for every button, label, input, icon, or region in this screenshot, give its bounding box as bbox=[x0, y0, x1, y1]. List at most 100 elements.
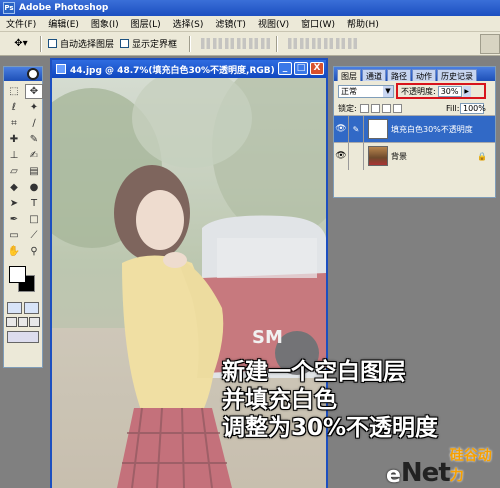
tab-actions[interactable]: 动作 bbox=[412, 69, 436, 81]
caption-line: 并填充白色 bbox=[222, 387, 337, 413]
move-tool-preset-icon[interactable]: ✥▾ bbox=[8, 35, 34, 53]
lock-position-icon[interactable] bbox=[381, 103, 391, 113]
menu-filter[interactable]: 滤镜(T) bbox=[209, 17, 252, 30]
document-titlebar[interactable]: 44.jpg @ 48.7%(填充白色30%不透明度,RGB) _ □ X bbox=[52, 60, 326, 78]
adobe-eye-icon[interactable] bbox=[27, 68, 39, 80]
distribute-right-icon[interactable] bbox=[348, 38, 358, 49]
notes-tool-icon[interactable]: ▭ bbox=[5, 228, 23, 243]
distribute-hcenter-icon[interactable] bbox=[336, 38, 346, 49]
distribute-buttons bbox=[288, 38, 358, 49]
maximize-button[interactable]: □ bbox=[294, 62, 308, 75]
marquee-tool-icon[interactable]: ⬚ bbox=[5, 84, 23, 99]
full-screen-menu-icon[interactable] bbox=[17, 317, 29, 327]
slice-tool-icon[interactable]: ∕ bbox=[25, 116, 43, 131]
align-right-icon[interactable] bbox=[261, 38, 271, 49]
lock-pixels-icon[interactable] bbox=[370, 103, 380, 113]
blend-mode-value: 正常 bbox=[341, 86, 357, 96]
align-buttons bbox=[201, 38, 271, 49]
edit-modes bbox=[4, 302, 42, 314]
tool-grid: ⬚ ✥ ℓ ✦ ⌗ ∕ ✚ ✎ ⊥ ✍ ▱ ▤ ◆ ● ➤ T ✒ □ ▭ ⟋ … bbox=[4, 81, 43, 262]
toolbox-header[interactable] bbox=[4, 67, 42, 81]
tab-channels[interactable]: 通道 bbox=[362, 69, 386, 81]
foreground-color-swatch[interactable] bbox=[9, 266, 26, 283]
quick-mask-mode-icon[interactable] bbox=[24, 302, 39, 314]
standard-mode-icon[interactable] bbox=[7, 302, 22, 314]
clone-stamp-tool-icon[interactable]: ⊥ bbox=[5, 148, 23, 163]
align-hcenter-icon[interactable] bbox=[249, 38, 259, 49]
shape-tool-icon[interactable]: □ bbox=[25, 212, 43, 227]
history-brush-tool-icon[interactable]: ✍ bbox=[25, 148, 43, 163]
magic-wand-tool-icon[interactable]: ✦ bbox=[25, 100, 43, 115]
align-left-icon[interactable] bbox=[237, 38, 247, 49]
eyedropper-tool-icon[interactable]: ⟋ bbox=[25, 228, 43, 243]
menu-layer[interactable]: 图层(L) bbox=[125, 17, 167, 30]
toolbox: ⬚ ✥ ℓ ✦ ⌗ ∕ ✚ ✎ ⊥ ✍ ▱ ▤ ◆ ● ➤ T ✒ □ ▭ ⟋ … bbox=[3, 66, 43, 368]
menu-image[interactable]: 图象(I) bbox=[85, 17, 125, 30]
path-selection-tool-icon[interactable]: ➤ bbox=[5, 196, 23, 211]
photoshop-app-icon: Ps bbox=[3, 2, 15, 14]
align-bottom-icon[interactable] bbox=[225, 38, 235, 49]
opacity-slider-arrow-icon[interactable]: ▶ bbox=[462, 85, 471, 97]
watermark-cn: 硅谷动力 bbox=[449, 448, 492, 484]
opacity-label: 不透明度: bbox=[401, 86, 436, 96]
layer-row-background[interactable]: 👁 背景 🔒 bbox=[334, 142, 495, 170]
align-vcenter-icon[interactable] bbox=[213, 38, 223, 49]
healing-brush-tool-icon[interactable]: ✚ bbox=[5, 132, 23, 147]
menu-edit[interactable]: 编辑(E) bbox=[42, 17, 85, 30]
distribute-vcenter-icon[interactable] bbox=[300, 38, 310, 49]
full-screen-icon[interactable] bbox=[29, 317, 41, 327]
eraser-tool-icon[interactable]: ▱ bbox=[5, 164, 23, 179]
pen-tool-icon[interactable]: ✒ bbox=[5, 212, 23, 227]
lock-all-icon[interactable] bbox=[392, 103, 402, 113]
palette-well[interactable] bbox=[480, 34, 500, 54]
distribute-left-icon[interactable] bbox=[324, 38, 334, 49]
blur-tool-icon[interactable]: ◆ bbox=[5, 180, 23, 195]
type-tool-icon[interactable]: T bbox=[25, 196, 43, 211]
standard-screen-icon[interactable] bbox=[6, 317, 17, 327]
layer-name: 背景 bbox=[391, 151, 407, 161]
menu-select[interactable]: 选择(S) bbox=[167, 17, 210, 30]
lock-transparency-icon[interactable] bbox=[359, 103, 369, 113]
brush-tool-icon[interactable]: ✎ bbox=[25, 132, 43, 147]
caption-line: 新建一个空白图层 bbox=[222, 359, 406, 385]
menu-window[interactable]: 窗口(W) bbox=[295, 17, 341, 30]
show-bounding-box-checkbox[interactable]: 显示定界框 bbox=[120, 37, 177, 50]
jump-to-imageready-icon[interactable] bbox=[7, 331, 39, 343]
close-button[interactable]: X bbox=[310, 62, 324, 75]
move-tool-icon[interactable]: ✥ bbox=[25, 84, 43, 99]
lock-options bbox=[359, 103, 402, 113]
tutorial-caption: 新建一个空白图层 并填充白色 调整为30%不透明度 bbox=[222, 358, 438, 442]
menu-file[interactable]: 文件(F) bbox=[0, 17, 42, 30]
layer-thumbnail bbox=[368, 146, 388, 166]
layer-thumbnail bbox=[368, 119, 388, 139]
blend-mode-select[interactable]: 正常 ▼ bbox=[338, 84, 394, 98]
tab-paths[interactable]: 路径 bbox=[387, 69, 411, 81]
watermark-net: Net bbox=[400, 458, 451, 488]
align-top-icon[interactable] bbox=[201, 38, 211, 49]
layer-row-fill-white[interactable]: 👁 ✎ 填充白色30%不透明度 bbox=[334, 115, 495, 143]
window-buttons: _ □ X bbox=[278, 62, 324, 75]
lock-icon: 🔒 bbox=[477, 151, 487, 161]
checkbox-box bbox=[48, 39, 57, 48]
dodge-tool-icon[interactable]: ● bbox=[25, 180, 43, 195]
fill-input[interactable]: 100% bbox=[460, 102, 486, 114]
distribute-bottom-icon[interactable] bbox=[312, 38, 322, 49]
distribute-top-icon[interactable] bbox=[288, 38, 298, 49]
tab-layers[interactable]: 图层 bbox=[337, 69, 361, 81]
options-bar: ✥▾ 自动选择图层 显示定界框 bbox=[0, 32, 500, 56]
visibility-eye-icon[interactable]: 👁 bbox=[334, 142, 349, 170]
blend-opacity-row: 正常 ▼ 不透明度: 30% ▶ bbox=[334, 81, 495, 101]
auto-select-layer-checkbox[interactable]: 自动选择图层 bbox=[48, 37, 114, 50]
zoom-tool-icon[interactable]: ⚲ bbox=[25, 244, 43, 259]
lasso-tool-icon[interactable]: ℓ bbox=[5, 100, 23, 115]
minimize-button[interactable]: _ bbox=[278, 62, 292, 75]
gradient-tool-icon[interactable]: ▤ bbox=[25, 164, 43, 179]
opacity-input[interactable]: 30% bbox=[437, 85, 462, 97]
menu-help[interactable]: 帮助(H) bbox=[341, 17, 385, 30]
tab-history[interactable]: 历史记录 bbox=[437, 69, 477, 81]
hand-tool-icon[interactable]: ✋ bbox=[5, 244, 23, 259]
menu-view[interactable]: 视图(V) bbox=[252, 17, 295, 30]
visibility-eye-icon[interactable]: 👁 bbox=[334, 115, 349, 143]
crop-tool-icon[interactable]: ⌗ bbox=[5, 116, 23, 131]
caption-line: 调整为30%不透明度 bbox=[222, 415, 439, 441]
